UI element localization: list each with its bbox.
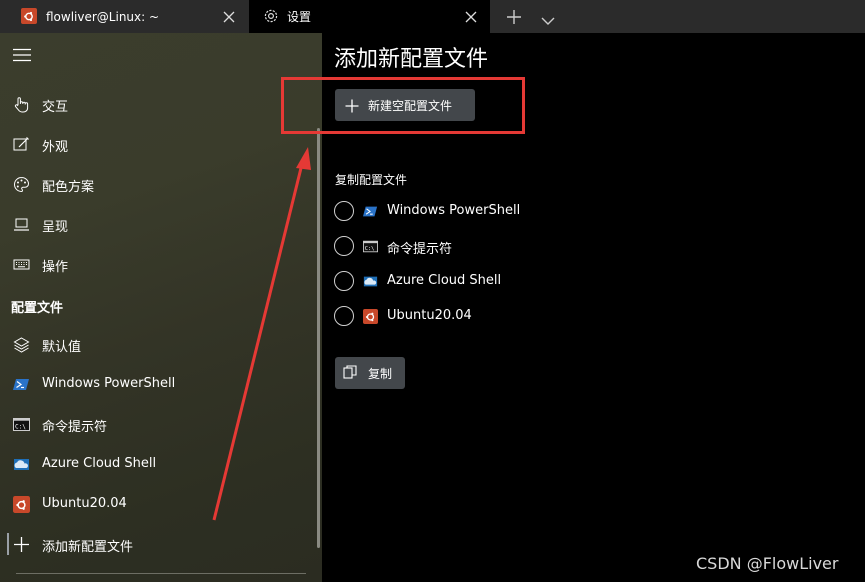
palette-icon bbox=[13, 176, 30, 193]
sidebar-item-azure-cloud-shell[interactable]: Azure Cloud Shell bbox=[0, 446, 300, 482]
radio-label: Windows PowerShell bbox=[387, 203, 521, 218]
sidebar-divider bbox=[16, 573, 306, 574]
keyboard-icon bbox=[13, 256, 30, 273]
sidebar-item-label: 呈现 bbox=[42, 220, 69, 235]
sidebar-item-ubuntu[interactable]: Ubuntu20.04 bbox=[0, 486, 300, 522]
annotation-highlight-box bbox=[281, 77, 525, 134]
tab-label: flowliver@Linux: ~ bbox=[46, 9, 160, 24]
sidebar-item-label: Ubuntu20.04 bbox=[42, 496, 127, 511]
sidebar-item-actions[interactable]: 操作 bbox=[0, 246, 300, 282]
settings-sidebar: 交互 外观 配色方案 呈现 操作 配置文件 默认值 Windows PowerS… bbox=[0, 33, 322, 582]
sidebar-item-appearance[interactable]: 外观 bbox=[0, 126, 300, 162]
profiles-section-header: 配置文件 bbox=[11, 301, 64, 316]
sidebar-item-add-profile[interactable]: 添加新配置文件 bbox=[0, 526, 300, 562]
sidebar-item-label: Azure Cloud Shell bbox=[42, 456, 157, 471]
tab-ubuntu-terminal[interactable]: flowliver@Linux: ~ bbox=[0, 0, 248, 33]
monitor-icon bbox=[13, 216, 30, 233]
duplicate-button[interactable]: 复制 bbox=[335, 357, 405, 389]
sidebar-item-label: 命令提示符 bbox=[42, 420, 108, 435]
close-tab-icon[interactable] bbox=[464, 9, 478, 23]
button-label: 复制 bbox=[368, 367, 393, 381]
radio-label: Azure Cloud Shell bbox=[387, 273, 502, 288]
sidebar-item-label: 默认值 bbox=[42, 340, 82, 355]
azure-cloud-icon bbox=[363, 274, 378, 289]
cmd-icon: C:\ bbox=[13, 416, 30, 433]
plus-icon bbox=[13, 536, 30, 553]
close-tab-icon[interactable] bbox=[222, 9, 236, 23]
sidebar-item-label: 外观 bbox=[42, 140, 69, 155]
sidebar-item-label: 添加新配置文件 bbox=[42, 540, 134, 555]
hamburger-menu-icon[interactable] bbox=[13, 47, 31, 62]
radio-option-command-prompt[interactable]: C:\ 命令提示符 bbox=[334, 235, 634, 259]
sidebar-item-label: 配色方案 bbox=[42, 180, 95, 195]
cmd-icon: C:\ bbox=[363, 239, 378, 254]
gear-icon bbox=[263, 8, 279, 24]
powershell-icon bbox=[363, 204, 378, 219]
radio-option-azure-cloud-shell[interactable]: Azure Cloud Shell bbox=[334, 270, 634, 294]
radio-label: 命令提示符 bbox=[387, 242, 453, 257]
sidebar-item-interaction[interactable]: 交互 bbox=[0, 86, 300, 122]
sidebar-item-rendering[interactable]: 呈现 bbox=[0, 206, 300, 242]
svg-text:C:\: C:\ bbox=[15, 424, 26, 431]
radio-option-ubuntu[interactable]: Ubuntu20.04 bbox=[334, 305, 634, 329]
radio-circle[interactable] bbox=[334, 271, 354, 291]
sidebar-item-defaults[interactable]: 默认值 bbox=[0, 326, 300, 362]
selection-indicator bbox=[7, 533, 9, 555]
hand-pointer-icon bbox=[13, 96, 30, 113]
azure-cloud-icon bbox=[13, 456, 30, 473]
sidebar-item-label: 操作 bbox=[42, 260, 69, 275]
ubuntu-icon bbox=[363, 309, 378, 324]
duplicate-profile-label: 复制配置文件 bbox=[335, 173, 408, 187]
watermark: CSDN @FlowLiver bbox=[696, 554, 839, 573]
radio-label: Ubuntu20.04 bbox=[387, 308, 472, 323]
radio-circle[interactable] bbox=[334, 306, 354, 326]
ubuntu-icon bbox=[13, 496, 30, 513]
tab-bar: flowliver@Linux: ~ 设置 bbox=[0, 0, 865, 33]
page-title: 添加新配置文件 bbox=[334, 47, 489, 72]
chevron-down-icon[interactable] bbox=[541, 11, 555, 25]
sidebar-item-label: Windows PowerShell bbox=[42, 376, 176, 391]
sidebar-item-windows-powershell[interactable]: Windows PowerShell bbox=[0, 366, 300, 402]
sidebar-item-command-prompt[interactable]: C:\ 命令提示符 bbox=[0, 406, 300, 442]
radio-option-windows-powershell[interactable]: Windows PowerShell bbox=[334, 200, 634, 224]
copy-icon bbox=[343, 365, 358, 380]
sidebar-item-label: 交互 bbox=[42, 100, 69, 115]
powershell-icon bbox=[13, 376, 30, 393]
tab-label: 设置 bbox=[287, 10, 312, 24]
sidebar-item-color-schemes[interactable]: 配色方案 bbox=[0, 166, 300, 202]
tab-settings[interactable]: 设置 bbox=[249, 0, 490, 33]
layers-icon bbox=[13, 336, 30, 353]
ubuntu-icon bbox=[21, 8, 37, 24]
radio-circle[interactable] bbox=[334, 201, 354, 221]
appearance-icon bbox=[13, 136, 30, 153]
plus-icon[interactable] bbox=[506, 9, 522, 25]
radio-circle[interactable] bbox=[334, 236, 354, 256]
sidebar-scrollbar[interactable] bbox=[317, 128, 320, 548]
svg-text:C:\: C:\ bbox=[365, 246, 375, 252]
